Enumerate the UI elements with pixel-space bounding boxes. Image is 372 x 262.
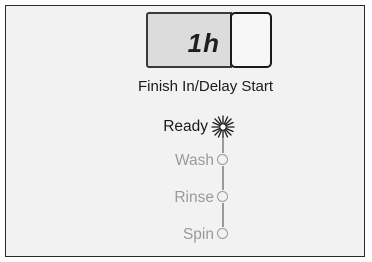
wash-indicator-icon	[217, 154, 228, 165]
rinse-indicator-icon	[217, 191, 228, 202]
indicator-connector	[222, 203, 224, 227]
status-label-ready: Ready	[163, 118, 208, 135]
status-label-wash: Wash	[174, 152, 214, 169]
delay-start-button[interactable]	[230, 12, 272, 68]
indicator-connector	[222, 166, 224, 190]
status-label-spin: Spin	[182, 226, 214, 243]
delay-readout: 1h	[187, 28, 220, 58]
delay-display-screen: 1h	[146, 12, 232, 68]
control-panel: 1h Finish In/Delay Start Ready Wash Rins…	[5, 5, 365, 257]
ready-indicator-lit-icon	[211, 115, 235, 139]
delay-start-label: Finish In/Delay Start	[138, 78, 274, 95]
status-label-rinse: Rinse	[174, 189, 214, 206]
spin-indicator-icon	[217, 228, 228, 239]
indicator-connector	[222, 139, 224, 153]
delay-display-unit: 1h	[146, 12, 272, 68]
